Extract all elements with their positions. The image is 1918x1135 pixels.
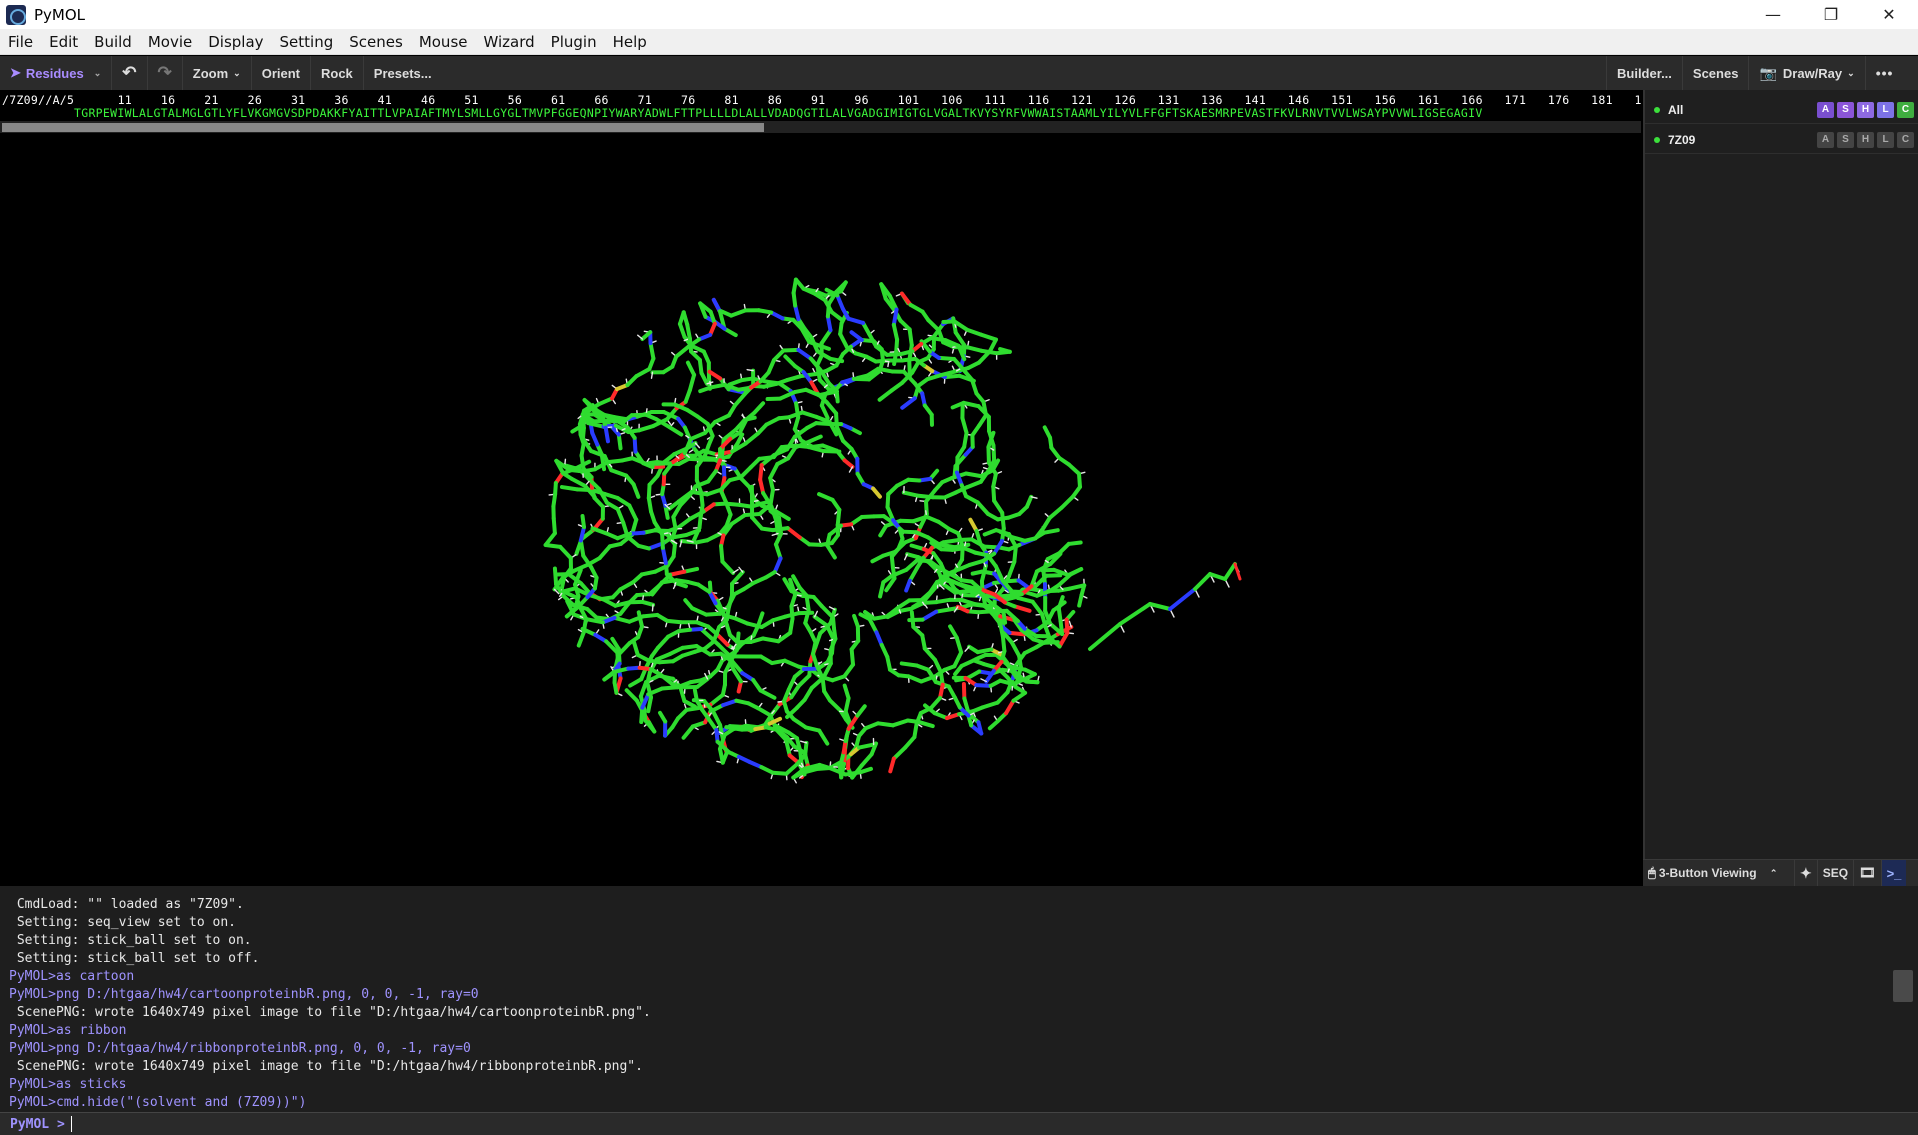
menu-movie[interactable]: Movie bbox=[140, 33, 200, 51]
object-row-7z09[interactable]: 7Z09 A S H L C bbox=[1645, 126, 1918, 154]
menu-mouse[interactable]: Mouse bbox=[411, 33, 476, 51]
console-toggle-button[interactable]: >_ bbox=[1881, 859, 1907, 887]
molecular-viewport[interactable] bbox=[0, 134, 1641, 886]
camera-icon: 📷 bbox=[1759, 64, 1777, 81]
zoom-button[interactable]: Zoom ⌄ bbox=[183, 56, 252, 90]
menu-plugin[interactable]: Plugin bbox=[543, 33, 605, 51]
label-button[interactable]: L bbox=[1877, 131, 1894, 148]
chevron-down-icon: ⌄ bbox=[1847, 67, 1855, 78]
console-output-line: Setting: stick_ball set to on. bbox=[9, 933, 252, 948]
show-button[interactable]: S bbox=[1837, 101, 1854, 118]
maximize-button[interactable]: ❐ bbox=[1802, 0, 1860, 29]
menu-scenes[interactable]: Scenes bbox=[341, 33, 411, 51]
object-name[interactable]: 7Z09 bbox=[1668, 133, 1695, 147]
object-panel: All A S H L C 7Z09 A S H L C bbox=[1643, 90, 1918, 886]
object-enabled-dot[interactable] bbox=[1654, 106, 1660, 113]
sequence-residue-letters[interactable]: TGRPEWIWLALGTALMGLGTLYFLVKGMGVSDPDAKKFYA… bbox=[74, 106, 1483, 120]
close-button[interactable]: ✕ bbox=[1860, 0, 1918, 29]
console-output-line: Setting: seq_view set to on. bbox=[9, 915, 236, 930]
menu-display[interactable]: Display bbox=[200, 33, 271, 51]
magic-wand-button[interactable]: ✦ bbox=[1795, 859, 1818, 887]
menu-file[interactable]: File bbox=[0, 33, 41, 51]
mouse-mode-button[interactable]: 🖱 3-Button Viewing ⌃ bbox=[1643, 859, 1795, 887]
window-title: PyMOL bbox=[34, 5, 86, 24]
chevron-down-icon: ⌄ bbox=[233, 67, 241, 78]
console-command-line: PyMOL>as cartoon bbox=[9, 969, 135, 984]
redo-button[interactable]: ↷ bbox=[148, 56, 183, 90]
console-scrollbar-thumb[interactable] bbox=[1893, 970, 1913, 1002]
console-log: CmdLoad: "" loaded as "7Z09". Setting: s… bbox=[0, 886, 1918, 1112]
draw-ray-label: Draw/Ray bbox=[1782, 65, 1843, 81]
chevron-up-icon: ⌃ bbox=[1769, 867, 1778, 878]
color-button[interactable]: C bbox=[1897, 101, 1914, 118]
menu-help[interactable]: Help bbox=[605, 33, 655, 51]
view-controls: 🖱 3-Button Viewing ⌃ ✦ SEQ 🎞 >_ bbox=[1643, 859, 1918, 887]
film-icon: 🎞 bbox=[1859, 865, 1876, 880]
hide-button[interactable]: H bbox=[1857, 101, 1874, 118]
menu-build[interactable]: Build bbox=[86, 33, 140, 51]
sequence-toggle-button[interactable]: SEQ bbox=[1818, 859, 1855, 887]
color-button[interactable]: C bbox=[1897, 131, 1914, 148]
menu-edit[interactable]: Edit bbox=[41, 33, 86, 51]
menu-bar: File Edit Build Movie Display Setting Sc… bbox=[0, 29, 1918, 55]
label-button[interactable]: L bbox=[1877, 101, 1894, 118]
console-command-line: PyMOL>png D:/htgaa/hw4/cartoonproteinbR.… bbox=[9, 987, 479, 1002]
console-command-line: PyMOL>as ribbon bbox=[9, 1023, 127, 1038]
action-button[interactable]: A bbox=[1817, 101, 1834, 118]
toolbar: ➤ Residues ⌄ ↶ ↷ Zoom ⌄ Orient Rock Pres… bbox=[0, 56, 1918, 90]
sequence-scrollbar[interactable] bbox=[0, 121, 1641, 133]
protein-stick-model[interactable] bbox=[0, 134, 1641, 886]
magic-wand-icon: ✦ bbox=[1800, 864, 1812, 881]
undo-button[interactable]: ↶ bbox=[112, 56, 148, 90]
draw-ray-button[interactable]: 📷 Draw/Ray ⌄ bbox=[1749, 56, 1866, 90]
pymol-logo-icon bbox=[6, 4, 26, 25]
cursor-arrow-icon: ➤ bbox=[10, 65, 21, 80]
movie-panel-button[interactable]: 🎞 bbox=[1854, 859, 1882, 887]
builder-button[interactable]: Builder... bbox=[1606, 56, 1683, 90]
command-line: PyMOL > bbox=[0, 1112, 1918, 1135]
console-command-line: PyMOL>as sticks bbox=[9, 1077, 127, 1092]
action-button[interactable]: A bbox=[1817, 131, 1834, 148]
mouse-icon: 🖱 bbox=[1648, 865, 1656, 880]
sequence-scrollbar-thumb[interactable] bbox=[2, 123, 764, 132]
scenes-button[interactable]: Scenes bbox=[1683, 56, 1750, 90]
menu-wizard[interactable]: Wizard bbox=[475, 33, 542, 51]
orient-button[interactable]: Orient bbox=[252, 56, 311, 90]
zoom-label: Zoom bbox=[192, 65, 229, 81]
minimize-button[interactable]: — bbox=[1744, 0, 1802, 29]
command-input[interactable] bbox=[70, 1116, 1871, 1132]
sequence-residue-numbers: /7Z09//A/5 11 16 21 26 31 36 41 46 51 56… bbox=[2, 93, 1641, 107]
more-options-button[interactable]: ••• bbox=[1866, 56, 1904, 90]
mouse-mode-label: 3-Button Viewing bbox=[1658, 866, 1757, 880]
console-command-line: PyMOL>cmd.hide("(solvent and (7Z09))") bbox=[9, 1095, 307, 1110]
rock-button[interactable]: Rock bbox=[311, 56, 364, 90]
hide-button[interactable]: H bbox=[1857, 131, 1874, 148]
console-output-line: ScenePNG: wrote 1640x749 pixel image to … bbox=[9, 1005, 651, 1020]
show-button[interactable]: S bbox=[1837, 131, 1854, 148]
console-command-line: PyMOL>png D:/htgaa/hw4/ribbonproteinbR.p… bbox=[9, 1041, 471, 1056]
title-bar: PyMOL — ❐ ✕ bbox=[0, 0, 1918, 29]
selection-mode-button[interactable]: ➤ Residues ⌄ bbox=[0, 56, 113, 90]
presets-button[interactable]: Presets... bbox=[364, 56, 442, 90]
chevron-down-icon: ⌄ bbox=[93, 67, 102, 78]
console-output-line: ScenePNG: wrote 1640x749 pixel image to … bbox=[9, 1059, 643, 1074]
menu-setting[interactable]: Setting bbox=[272, 33, 342, 51]
object-row-all[interactable]: All A S H L C bbox=[1645, 96, 1918, 124]
object-enabled-dot[interactable] bbox=[1654, 136, 1660, 143]
selection-mode-label: Residues bbox=[25, 65, 84, 81]
console-output-line: CmdLoad: "" loaded as "7Z09". bbox=[9, 897, 244, 912]
command-prompt: PyMOL > bbox=[10, 1116, 65, 1132]
object-name[interactable]: All bbox=[1668, 103, 1683, 117]
console-output-line: Setting: stick_ball set to off. bbox=[9, 951, 260, 966]
terminal-icon: >_ bbox=[1886, 865, 1902, 881]
